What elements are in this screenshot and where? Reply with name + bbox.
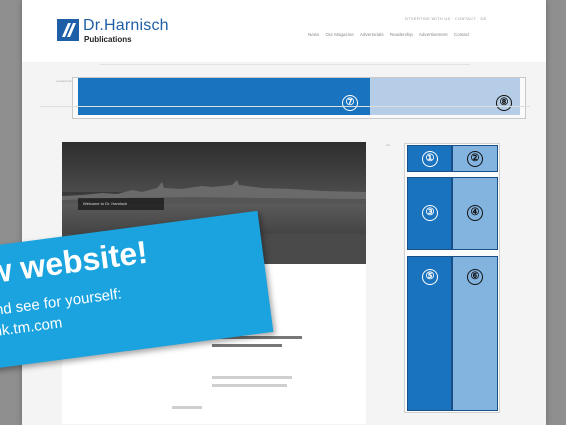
article-title-line	[212, 344, 282, 347]
logo-icon[interactable]	[57, 19, 79, 41]
nav-item[interactable]: News	[308, 32, 319, 37]
promo-headline: ew website!	[0, 233, 150, 293]
nav-item[interactable]: Readership	[390, 32, 413, 37]
slot-number-5: ⑤	[422, 269, 438, 285]
ad-slot-6[interactable]: ⑥	[452, 256, 498, 411]
slot-number-6: ⑥	[467, 269, 483, 285]
article-text-line	[212, 376, 292, 379]
brand-name[interactable]: Dr.Harnisch	[83, 17, 169, 35]
ad-slot-1[interactable]: ①	[407, 145, 452, 172]
article-text-line	[212, 384, 287, 387]
slot-number-7: ⑦	[342, 95, 358, 111]
divider	[40, 106, 530, 107]
brand-sub: Publications	[84, 35, 132, 44]
slot-number-8: ⑧	[496, 95, 512, 111]
sidebar-label: Ad	[386, 143, 390, 147]
ad-slot-5[interactable]: ⑤	[407, 256, 452, 411]
slot-number-2: ②	[467, 151, 483, 167]
slot-number-1: ①	[422, 151, 438, 167]
ad-slot-4[interactable]: ④	[452, 177, 498, 250]
divider	[100, 64, 470, 65]
nav-item[interactable]: Our Magazine	[326, 32, 354, 37]
hero-caption: Welcome to Dr. Harnisch	[78, 198, 164, 210]
nav-item[interactable]: Advertisement	[419, 32, 448, 37]
ad-slot-7[interactable]: ⑦	[78, 78, 370, 115]
article-text-line	[172, 406, 202, 409]
promo-url[interactable]: drink.tm.com	[0, 314, 63, 342]
main-nav: News Our Magazine Advertorials Readershi…	[308, 32, 474, 37]
slot-number-4: ④	[467, 205, 483, 221]
utility-links[interactable]: DTVERTISE WITH US · CONTACT · DE	[405, 16, 487, 21]
nav-item[interactable]: Contact	[454, 32, 470, 37]
slot-number-3: ③	[422, 205, 438, 221]
ad-slot-8[interactable]: ⑧	[370, 78, 520, 115]
banner-label: Leaderboard	[56, 79, 74, 83]
ad-slot-2[interactable]: ②	[452, 145, 498, 172]
nav-item[interactable]: Advertorials	[360, 32, 384, 37]
ad-slot-3[interactable]: ③	[407, 177, 452, 250]
